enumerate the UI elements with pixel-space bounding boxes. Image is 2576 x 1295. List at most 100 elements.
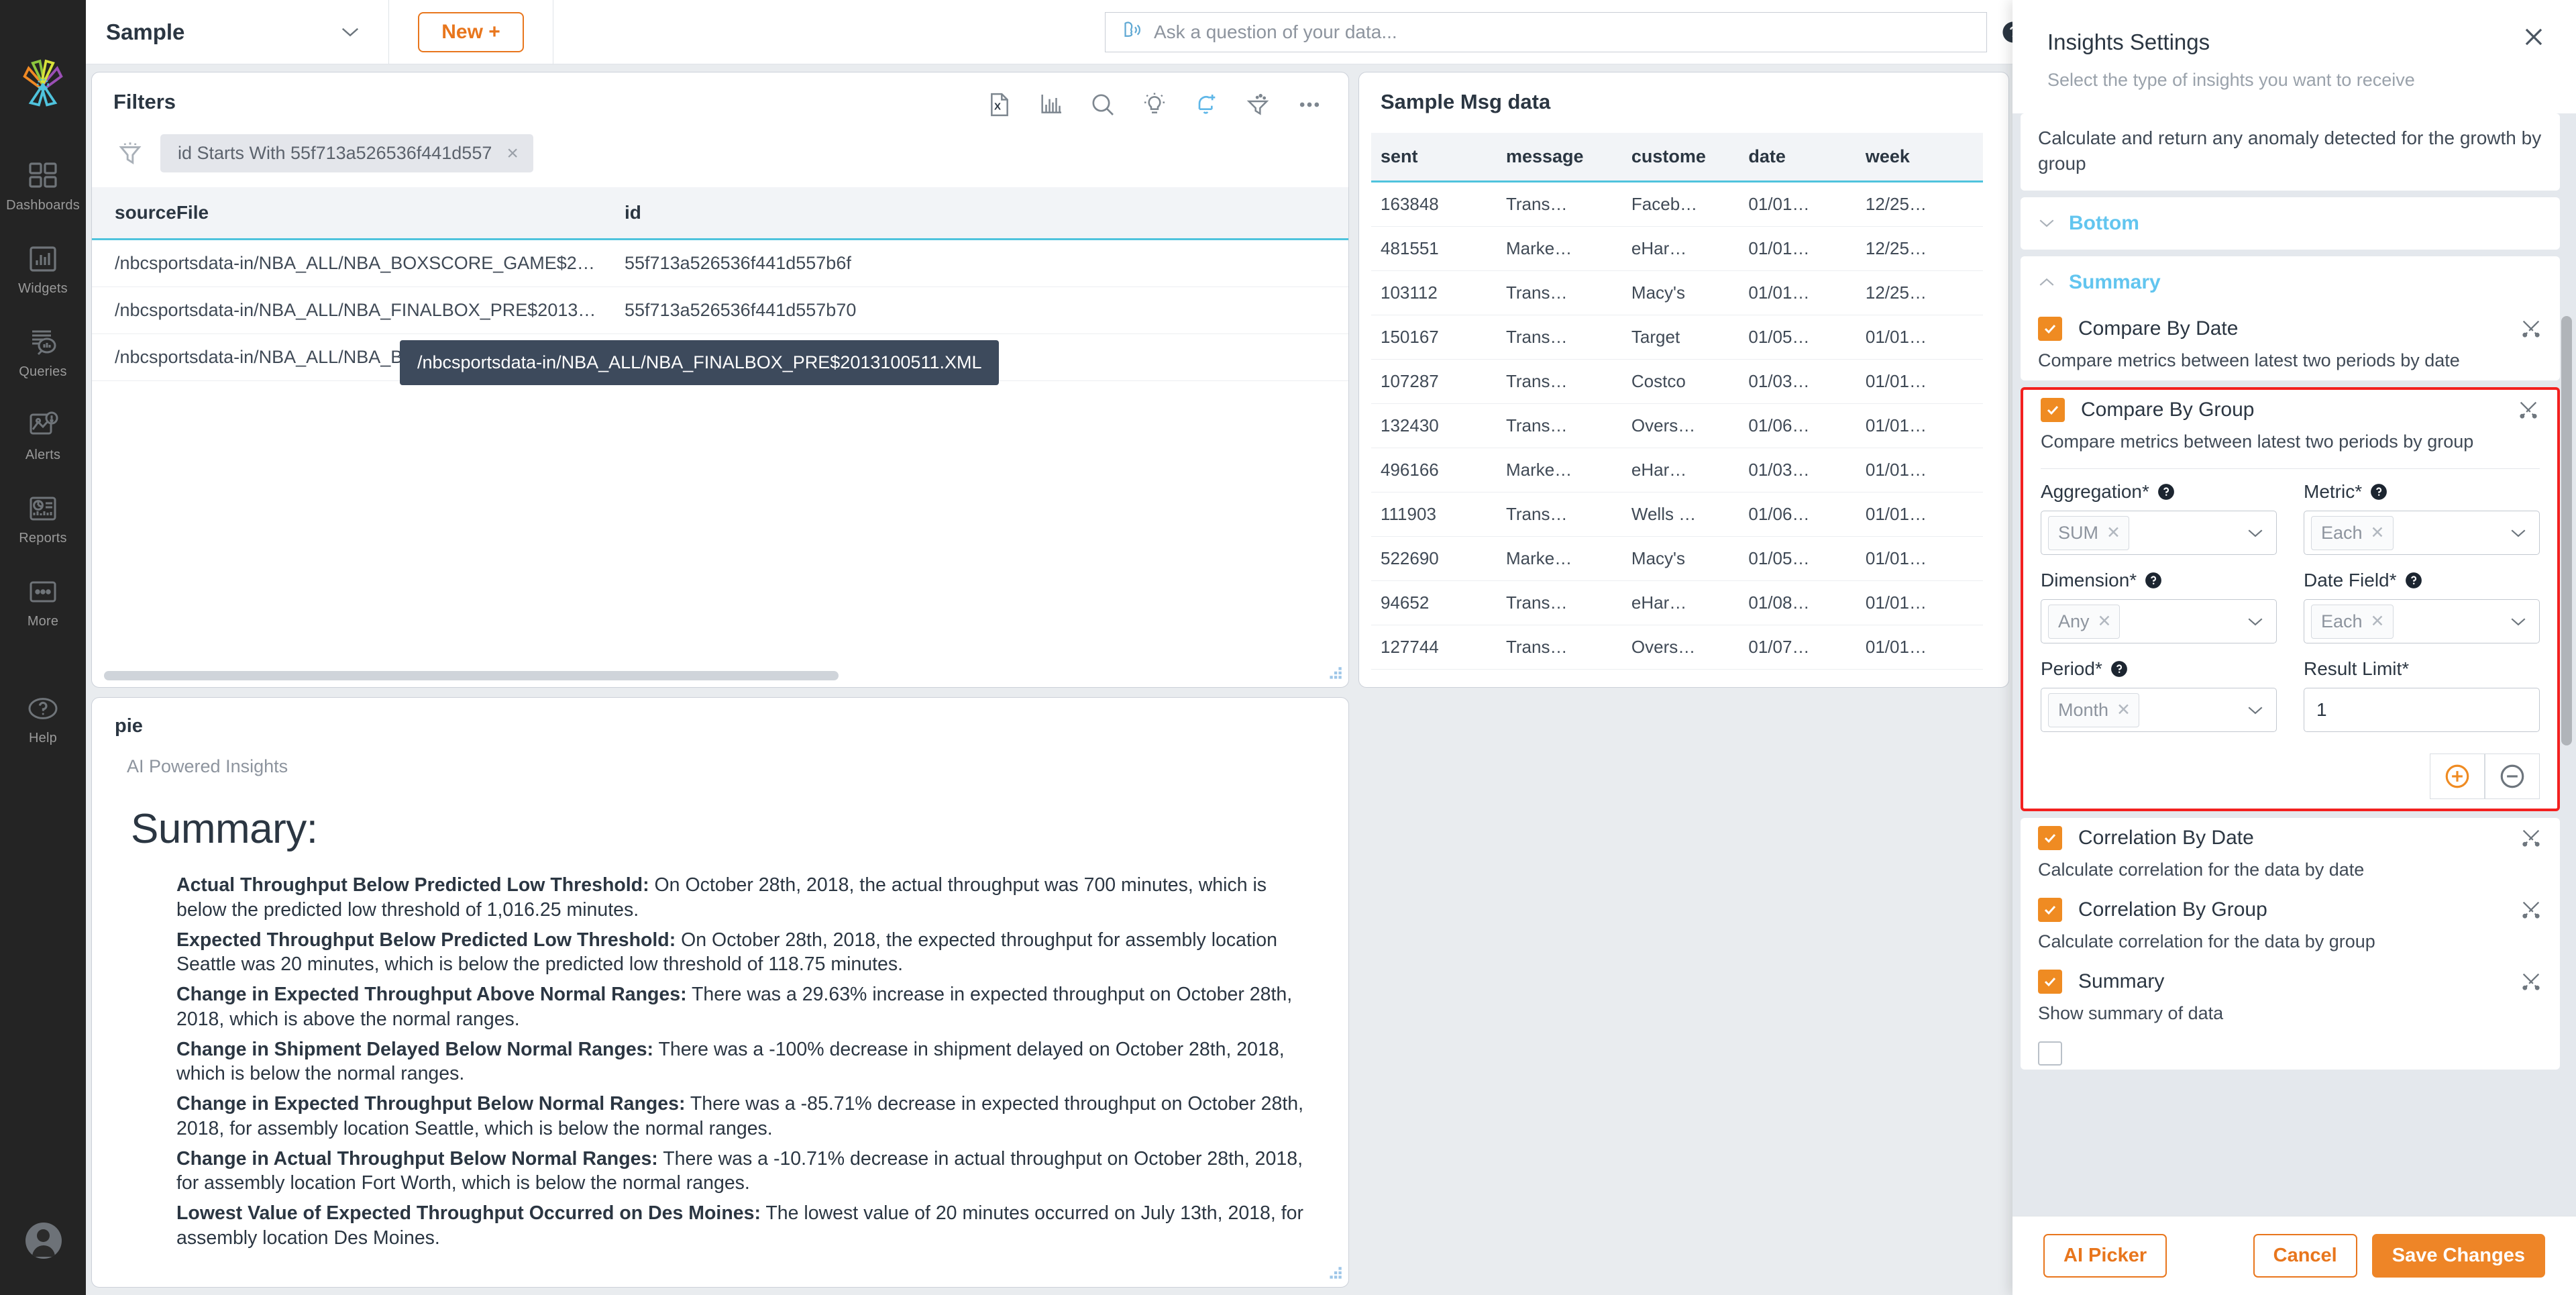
new-button[interactable]: New +	[418, 12, 524, 52]
remove-pill-icon[interactable]: ✕	[2106, 525, 2121, 541]
close-icon[interactable]	[2521, 24, 2546, 50]
cell-opened: 38449	[1982, 182, 1983, 227]
checkbox-correlation-by-group[interactable]	[2038, 898, 2062, 922]
table-row[interactable]: 107287Trans…Costco01/03…01/01…17696175	[1371, 360, 1983, 404]
sidebar-item-widgets[interactable]: Widgets	[0, 242, 86, 297]
table-row[interactable]: 150167Trans…Target01/05…01/01…34796347	[1371, 315, 1983, 360]
section-bottom[interactable]: Bottom	[2021, 197, 2560, 250]
filter-sparkle-icon[interactable]	[1243, 90, 1273, 119]
filter-chip[interactable]: id Starts With 55f713a526536f441d557 ×	[160, 134, 533, 172]
table-row[interactable]: /nbcsportsdata-in/NBA_ALL/NBA_FINALBOX_P…	[92, 287, 1348, 334]
sidebar-item-label: Queries	[19, 364, 66, 380]
help-icon[interactable]	[2157, 483, 2175, 501]
avatar[interactable]	[25, 1223, 62, 1259]
table-row[interactable]: 522690Marke…Macy's01/05…01/01…83434845	[1371, 537, 1983, 581]
sidebar-item-alerts[interactable]: Alerts	[0, 408, 86, 463]
date-field-select[interactable]: Each ✕	[2304, 599, 2540, 643]
sidebar-item-dashboards[interactable]: Dashboards	[0, 158, 86, 213]
scrollbar-thumb[interactable]	[2561, 316, 2572, 745]
checkbox-correlation-by-date[interactable]	[2038, 826, 2062, 850]
section-bottom-header[interactable]: Bottom	[2038, 197, 2542, 250]
section-summary-header[interactable]: Summary	[2038, 256, 2542, 309]
resize-handle-icon[interactable]	[1326, 1265, 1344, 1282]
sidebar-item-more[interactable]: More	[0, 574, 86, 629]
column-header-week[interactable]: week	[1856, 133, 1982, 182]
column-header-date[interactable]: date	[1739, 133, 1856, 182]
sidebar-item-queries[interactable]: Queries	[0, 325, 86, 380]
period-select[interactable]: Month ✕	[2041, 688, 2277, 732]
cell-week: 01/01…	[1856, 404, 1982, 448]
scrollbar-thumb[interactable]	[104, 671, 839, 680]
cell-id: 55f713a526536f441d557b6f	[602, 240, 1348, 287]
cancel-button[interactable]: Cancel	[2253, 1234, 2357, 1278]
chart-icon[interactable]	[1036, 90, 1066, 119]
horizontal-scrollbar[interactable]	[104, 671, 1328, 680]
cell-week: 01/01…	[1856, 581, 1982, 625]
table-row[interactable]: 132430Trans…Overs…01/06…01/01…24292249	[1371, 404, 1983, 448]
configure-tools-icon[interactable]	[2517, 399, 2540, 421]
more-icon[interactable]	[1295, 90, 1324, 119]
msg-data-rows: 163848Trans…Faceb…01/01…12/25…38449410 4…	[1371, 182, 1983, 670]
remove-pill-icon[interactable]: ✕	[2371, 525, 2385, 541]
checkbox-compare-by-date[interactable]	[2038, 317, 2062, 341]
panel-scrollbar[interactable]	[2561, 121, 2572, 1115]
table-row[interactable]: 163848Trans…Faceb…01/01…12/25…38449410	[1371, 182, 1983, 227]
bullet-label: Change in Actual Throughput Below Normal…	[176, 1148, 658, 1170]
add-alert-icon[interactable]	[1191, 90, 1221, 119]
search-icon[interactable]	[1088, 90, 1118, 119]
help-icon[interactable]	[2145, 572, 2162, 589]
insight-bulb-icon[interactable]	[1140, 90, 1169, 119]
configure-tools-icon[interactable]	[2520, 317, 2542, 340]
column-header-message[interactable]: message	[1497, 133, 1622, 182]
add-row-button[interactable]	[2430, 754, 2485, 799]
aggregation-select[interactable]: SUM ✕	[2041, 511, 2277, 555]
metric-select[interactable]: Each ✕	[2304, 511, 2540, 555]
table-row[interactable]: 94652Trans…eHar…01/08…01/01…12807128	[1371, 581, 1983, 625]
sidebar-item-help[interactable]: Help	[0, 691, 86, 746]
table-row[interactable]: 111903Trans…Wells …01/06…01/01…18541193	[1371, 493, 1983, 537]
table-row[interactable]: 496166Marke…eHar…01/03…01/01…68357689	[1371, 448, 1983, 493]
datasource-selector[interactable]: Sample	[86, 0, 389, 64]
configure-tools-icon[interactable]	[2520, 970, 2542, 993]
column-header-sent[interactable]: sent	[1371, 133, 1497, 182]
field-label: Aggregation*	[2041, 481, 2277, 503]
table-row[interactable]: 103112Trans…Macy's01/01…12/25…15844170	[1371, 271, 1983, 315]
cell-customer: Overs…	[1622, 404, 1739, 448]
save-changes-button[interactable]: Save Changes	[2372, 1234, 2545, 1278]
table-row[interactable]: 127744Trans…Overs…01/07…01/01…23663251	[1371, 625, 1983, 670]
close-icon[interactable]: ×	[506, 144, 519, 164]
help-icon[interactable]	[2405, 572, 2422, 589]
table-row[interactable]: /nbcsportsdata-in/NBA_ALL/NBA_BOXSCORE_G…	[92, 240, 1348, 287]
checkbox-next-item[interactable]	[2038, 1041, 2062, 1066]
column-header-opened[interactable]: opened	[1982, 133, 1983, 182]
table-row[interactable]: 481551Marke…eHar…01/01…12/25…67438657	[1371, 227, 1983, 271]
label-text: Date Field*	[2304, 570, 2397, 591]
bullet-label: Expected Throughput Below Predicted Low …	[176, 929, 676, 951]
remove-pill-icon[interactable]: ✕	[2098, 613, 2112, 630]
bullet-label: Change in Shipment Delayed Below Normal …	[176, 1039, 653, 1060]
resize-handle-icon[interactable]	[1326, 665, 1344, 682]
result-limit-input[interactable]: 1	[2304, 688, 2540, 732]
remove-row-button[interactable]	[2485, 754, 2540, 799]
column-header-sourcefile[interactable]: sourceFile	[92, 187, 602, 240]
configure-tools-icon[interactable]	[2520, 898, 2542, 921]
excel-export-icon[interactable]: X	[985, 90, 1014, 119]
help-icon[interactable]	[2110, 660, 2128, 678]
remove-pill-icon[interactable]: ✕	[2371, 613, 2385, 630]
column-header-id[interactable]: id	[602, 187, 1348, 240]
sidebar-item-reports[interactable]: Reports	[0, 491, 86, 546]
checkbox-compare-by-group[interactable]	[2041, 398, 2065, 422]
configure-tools-icon[interactable]	[2520, 827, 2542, 849]
pill-label: SUM	[2058, 523, 2098, 543]
help-icon[interactable]	[2370, 483, 2387, 501]
cell-date: 01/08…	[1739, 581, 1856, 625]
panel-scroll-body[interactable]: Calculate and return any anomaly detecte…	[2012, 113, 2576, 1216]
remove-pill-icon[interactable]: ✕	[2116, 702, 2131, 719]
item-description: Compare metrics between latest two perio…	[2038, 345, 2542, 380]
app-root: Dashboards Widgets	[0, 0, 2576, 1295]
column-header-customer[interactable]: custome	[1622, 133, 1739, 182]
ask-input[interactable]: Ask a question of your data...	[1105, 12, 1987, 52]
checkbox-summary[interactable]	[2038, 970, 2062, 994]
ai-picker-button[interactable]: AI Picker	[2043, 1234, 2167, 1278]
dimension-select[interactable]: Any ✕	[2041, 599, 2277, 643]
